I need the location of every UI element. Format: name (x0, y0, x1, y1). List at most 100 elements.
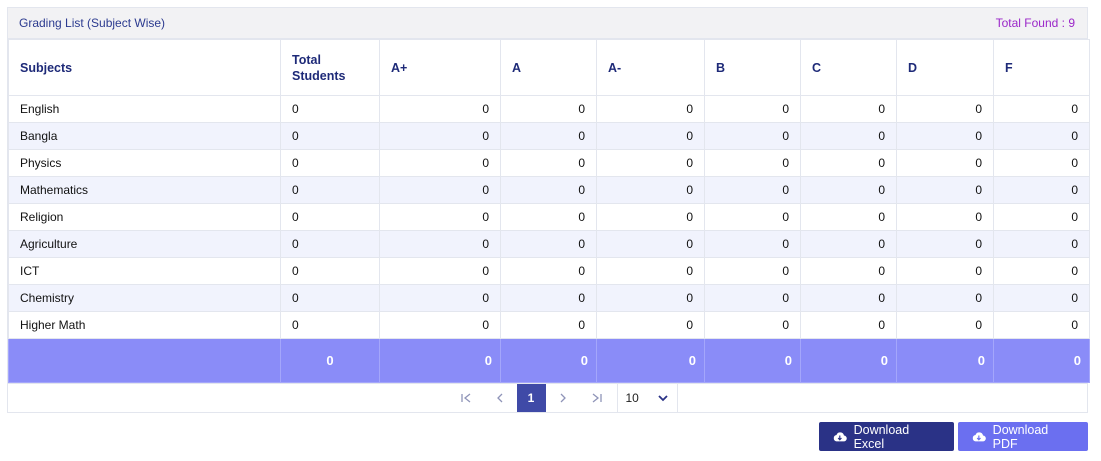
grade-count-cell: 0 (896, 284, 994, 312)
grade-count-cell: 0 (596, 176, 705, 204)
grade-count-cell: 0 (379, 176, 501, 204)
grade-count-cell: 0 (993, 149, 1090, 177)
column-header: Total Students (280, 39, 380, 96)
total-cell: 0 (379, 338, 501, 383)
grade-count-cell: 0 (596, 203, 705, 231)
first-page-icon[interactable] (449, 384, 483, 412)
grade-count-cell: 0 (800, 176, 897, 204)
table-row: Chemistry 0 0 0 0 0 0 0 0 (8, 284, 1090, 312)
grade-count-cell: 0 (896, 176, 994, 204)
subject-cell: ICT (8, 257, 281, 285)
grade-count-cell: 0 (379, 257, 501, 285)
total-found-count: Total Found : 9 (995, 16, 1075, 30)
table-header-row: Subjects Total Students A+ A A- B C D F (8, 39, 1090, 96)
grade-count-cell: 0 (379, 230, 501, 258)
download-excel-button[interactable]: Download Excel (819, 422, 954, 451)
total-cell: 0 (993, 338, 1090, 383)
grade-count-cell: 0 (379, 95, 501, 123)
grade-count-cell: 0 (800, 257, 897, 285)
panel-title: Grading List (Subject Wise) (19, 16, 166, 30)
cloud-download-icon (972, 431, 986, 441)
total-cell: 0 (800, 338, 897, 383)
grade-count-cell: 0 (896, 203, 994, 231)
cloud-download-icon (833, 431, 847, 441)
grade-count-cell: 0 (280, 122, 380, 150)
grade-count-cell: 0 (993, 95, 1090, 123)
grade-count-cell: 0 (379, 122, 501, 150)
grade-count-cell: 0 (704, 311, 801, 339)
download-pdf-label: Download PDF (992, 422, 1049, 451)
grade-count-cell: 0 (896, 257, 994, 285)
chevron-down-icon (657, 395, 668, 402)
next-page-icon[interactable] (546, 384, 580, 412)
grade-count-cell: 0 (896, 230, 994, 258)
total-cell: 0 (500, 338, 597, 383)
column-header: C (800, 39, 897, 96)
total-cell: 0 (704, 338, 801, 383)
grade-count-cell: 0 (800, 203, 897, 231)
grade-count-cell: 0 (993, 230, 1090, 258)
column-header: A (500, 39, 597, 96)
prev-page-icon[interactable] (483, 384, 517, 412)
grade-count-cell: 0 (993, 203, 1090, 231)
column-header: B (704, 39, 801, 96)
grade-count-cell: 0 (500, 311, 597, 339)
table-row: Religion 0 0 0 0 0 0 0 0 (8, 203, 1090, 231)
grade-count-cell: 0 (280, 176, 380, 204)
subject-cell: Mathematics (8, 176, 281, 204)
grade-count-cell: 0 (280, 257, 380, 285)
grade-count-cell: 0 (993, 176, 1090, 204)
grading-list-panel: Grading List (Subject Wise) Total Found … (7, 7, 1090, 413)
total-cell: 0 (596, 338, 705, 383)
totals-label-cell (8, 338, 281, 383)
last-page-icon[interactable] (580, 384, 614, 412)
panel-header: Grading List (Subject Wise) Total Found … (8, 8, 1087, 39)
grade-count-cell: 0 (704, 257, 801, 285)
pagination: 1 10 (8, 383, 1087, 412)
subject-cell: Bangla (8, 122, 281, 150)
table-row: Mathematics 0 0 0 0 0 0 0 0 (8, 176, 1090, 204)
grade-count-cell: 0 (596, 284, 705, 312)
column-header: F (993, 39, 1090, 96)
table-row: Higher Math 0 0 0 0 0 0 0 0 (8, 311, 1090, 339)
grade-count-cell: 0 (596, 311, 705, 339)
grade-count-cell: 0 (280, 149, 380, 177)
grade-count-cell: 0 (500, 284, 597, 312)
grade-count-cell: 0 (704, 230, 801, 258)
subject-cell: English (8, 95, 281, 123)
grade-count-cell: 0 (704, 176, 801, 204)
grade-count-cell: 0 (704, 203, 801, 231)
grade-count-cell: 0 (800, 95, 897, 123)
grade-count-cell: 0 (379, 311, 501, 339)
grade-count-cell: 0 (993, 257, 1090, 285)
grade-count-cell: 0 (596, 149, 705, 177)
table-totals-row: 00000000 (8, 338, 1090, 383)
grade-count-cell: 0 (280, 284, 380, 312)
grade-count-cell: 0 (896, 311, 994, 339)
total-cell: 0 (896, 338, 994, 383)
grade-count-cell: 0 (800, 284, 897, 312)
subject-cell: Chemistry (8, 284, 281, 312)
grade-count-cell: 0 (704, 284, 801, 312)
grade-count-cell: 0 (596, 95, 705, 123)
grade-count-cell: 0 (704, 122, 801, 150)
grade-count-cell: 0 (379, 203, 501, 231)
download-actions: Download Excel Download PDF (819, 422, 1088, 451)
download-pdf-button[interactable]: Download PDF (958, 422, 1088, 451)
grade-count-cell: 0 (896, 149, 994, 177)
table-row: Bangla 0 0 0 0 0 0 0 0 (8, 122, 1090, 150)
subject-cell: Physics (8, 149, 281, 177)
grade-count-cell: 0 (500, 122, 597, 150)
grade-count-cell: 0 (280, 311, 380, 339)
grade-count-cell: 0 (596, 122, 705, 150)
grade-count-cell: 0 (993, 122, 1090, 150)
grade-count-cell: 0 (379, 149, 501, 177)
grade-count-cell: 0 (896, 95, 994, 123)
page-size-select[interactable]: 10 (616, 384, 678, 412)
subject-cell: Higher Math (8, 311, 281, 339)
column-header: Subjects (8, 39, 281, 96)
current-page-button[interactable]: 1 (516, 384, 546, 412)
grade-count-cell: 0 (896, 122, 994, 150)
table-row: Physics 0 0 0 0 0 0 0 0 (8, 149, 1090, 177)
table-row: ICT 0 0 0 0 0 0 0 0 (8, 257, 1090, 285)
